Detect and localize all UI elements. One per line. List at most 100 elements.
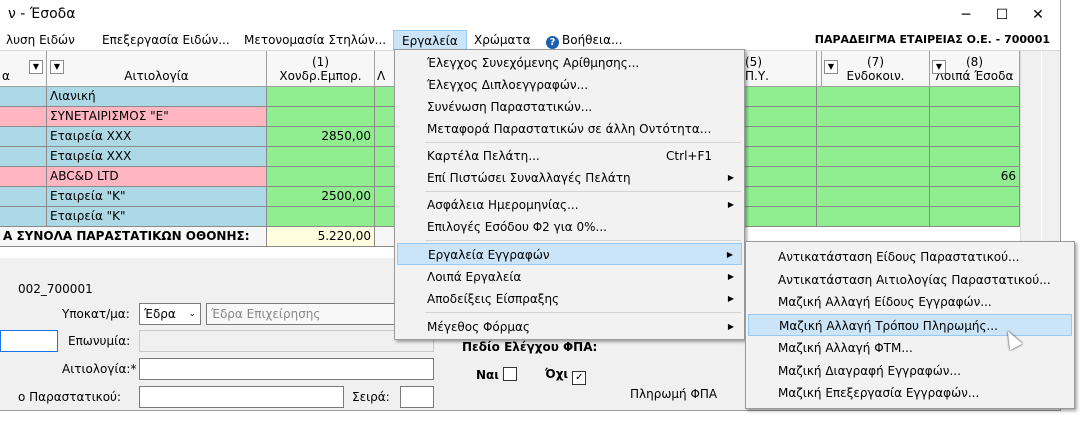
- tools-menu-item[interactable]: Έλεγχος Συνεχόμενης Αρίθμησης...: [397, 52, 742, 74]
- grid-cell[interactable]: [375, 187, 395, 207]
- row-marker-cell[interactable]: [0, 87, 47, 107]
- records-submenu-item[interactable]: Μαζική Αλλαγή Είδους Εγγραφών...: [748, 291, 1072, 313]
- services-cell[interactable]: [745, 127, 817, 147]
- wholesale-cell[interactable]: [267, 207, 375, 227]
- records-submenu-item[interactable]: Αντικατάσταση Είδους Παραστατικού...: [748, 246, 1072, 268]
- close-button[interactable]: ✕: [1020, 4, 1056, 26]
- records-submenu-item[interactable]: Μαζική Διαγραφή Εγγραφών...: [748, 360, 1072, 382]
- tools-menu-item[interactable]: Εργαλεία Εγγραφών ▶: [397, 243, 742, 265]
- wholesale-cell[interactable]: 2850,00: [267, 127, 375, 147]
- menu-item-types[interactable]: λυση Ειδών: [6, 33, 75, 47]
- subunit-select[interactable]: Έδρα ⌄: [139, 303, 201, 325]
- other-income-cell[interactable]: 66: [930, 167, 1020, 187]
- column-header-0[interactable]: α ▼: [0, 51, 47, 87]
- intra-eu-cell[interactable]: [822, 87, 930, 107]
- records-submenu-item[interactable]: Μαζική Αλλαγή Τρόπου Πληρωμής...: [748, 314, 1072, 337]
- services-cell[interactable]: [745, 207, 817, 227]
- tools-menu-item[interactable]: Αποδείξεις Είσπραξης ▶: [397, 288, 742, 310]
- menu-item-edit-types[interactable]: Επεξεργασία Ειδών...: [102, 33, 230, 47]
- tools-menu-item[interactable]: Επί Πιστώσει Συναλλαγές Πελάτη ▶: [397, 167, 742, 189]
- tools-menu-item[interactable]: Ασφάλεια Ημερομηνίας... ▶: [397, 194, 742, 216]
- services-cell[interactable]: [745, 167, 817, 187]
- vat-no-option[interactable]: Όχι ✓: [545, 367, 587, 385]
- menu-item-help[interactable]: ? Βοήθεια...: [546, 33, 622, 49]
- records-submenu-item[interactable]: Αντικατάσταση Αιτιολογίας Παραστατικού..…: [748, 269, 1072, 291]
- minimize-button[interactable]: ─: [948, 4, 984, 26]
- tools-menu-item[interactable]: Έλεγχος Διπλοεγγραφών...: [397, 74, 742, 96]
- reason-cell[interactable]: Εταιρεία "Κ": [47, 187, 267, 207]
- grid-cell[interactable]: [375, 207, 395, 227]
- reason-cell[interactable]: Εταιρεία XXX: [47, 147, 267, 167]
- column-header-services[interactable]: (5) Π.Υ.: [745, 51, 817, 87]
- maximize-button[interactable]: ☐: [984, 4, 1020, 26]
- row-marker-cell[interactable]: [0, 107, 47, 127]
- wholesale-cell[interactable]: 2500,00: [267, 187, 375, 207]
- reason-cell[interactable]: Εταιρεία XXX: [47, 127, 267, 147]
- tools-menu-item[interactable]: Λοιπά Εργαλεία ▶: [397, 266, 742, 288]
- menu-item-rename-columns[interactable]: Μετονομασία Στηλών...: [244, 33, 386, 47]
- menu-item-colors[interactable]: Χρώματα: [474, 33, 531, 47]
- other-income-cell[interactable]: [930, 127, 1020, 147]
- vat-yes-checkbox[interactable]: [503, 367, 518, 381]
- other-income-cell[interactable]: [930, 207, 1020, 227]
- column-header-intra-eu-num: (7): [867, 55, 884, 69]
- services-cell[interactable]: [745, 147, 817, 167]
- filter-dropdown-icon[interactable]: ▼: [50, 60, 64, 74]
- wholesale-cell[interactable]: [267, 147, 375, 167]
- intra-eu-cell[interactable]: [822, 187, 930, 207]
- wholesale-cell[interactable]: [267, 167, 375, 187]
- services-cell[interactable]: [745, 187, 817, 207]
- filter-dropdown-icon[interactable]: ▼: [29, 60, 43, 74]
- vat-no-checkbox[interactable]: ✓: [572, 371, 587, 385]
- tools-menu-item[interactable]: Συνένωση Παραστατικών...: [397, 96, 742, 118]
- column-header-3[interactable]: Λ: [375, 51, 395, 87]
- tools-menu-item[interactable]: Μεταφορά Παραστατικών σε άλλη Οντότητα..…: [397, 118, 742, 140]
- row-marker-cell[interactable]: [0, 187, 47, 207]
- records-submenu-item[interactable]: Μαζική Αλλαγή ΦΤΜ...: [748, 337, 1072, 359]
- grid-cell[interactable]: [375, 87, 395, 107]
- row-marker-cell[interactable]: [0, 127, 47, 147]
- services-cell[interactable]: [745, 107, 817, 127]
- row-marker-cell[interactable]: [0, 167, 47, 187]
- grid-cell[interactable]: [375, 167, 395, 187]
- name-input[interactable]: [139, 330, 434, 352]
- intra-eu-cell[interactable]: [822, 107, 930, 127]
- document-input[interactable]: [139, 386, 344, 408]
- wholesale-cell[interactable]: [267, 107, 375, 127]
- column-header-other-income[interactable]: (8) Λοιπά Έσοδα ▼: [930, 51, 1020, 87]
- records-submenu-item[interactable]: Μαζική Επεξεργασία Εγγραφών...: [748, 382, 1072, 404]
- other-income-cell[interactable]: [930, 187, 1020, 207]
- tools-menu-item[interactable]: Επιλογές Εσόδου Φ2 για 0%...: [397, 216, 742, 238]
- code-input[interactable]: [0, 330, 58, 352]
- services-cell[interactable]: [745, 87, 817, 107]
- intra-eu-cell[interactable]: [822, 147, 930, 167]
- reason-input[interactable]: [139, 358, 434, 380]
- vat-yes-option[interactable]: Ναι: [476, 367, 518, 382]
- grid-cell[interactable]: [375, 107, 395, 127]
- tools-menu-item[interactable]: Καρτέλα Πελάτη... Ctrl+F1: [397, 145, 742, 167]
- other-income-cell[interactable]: [930, 147, 1020, 167]
- row-marker-cell[interactable]: [0, 207, 47, 227]
- tools-menu-item[interactable]: Μέγεθος Φόρμας ▶: [397, 316, 742, 338]
- vertical-scrollbar[interactable]: [1020, 51, 1041, 258]
- filter-dropdown-icon[interactable]: ▼: [824, 60, 838, 74]
- menu-item-tools[interactable]: Εργαλεία: [393, 30, 467, 50]
- intra-eu-cell[interactable]: [822, 207, 930, 227]
- series-input[interactable]: [400, 386, 434, 408]
- other-income-cell[interactable]: [930, 107, 1020, 127]
- other-income-cell[interactable]: [930, 87, 1020, 107]
- intra-eu-cell[interactable]: [822, 167, 930, 187]
- reason-cell[interactable]: ABC&D LTD: [47, 167, 267, 187]
- reason-cell[interactable]: Λιανική: [47, 87, 267, 107]
- grid-cell[interactable]: [375, 147, 395, 167]
- intra-eu-cell[interactable]: [822, 127, 930, 147]
- wholesale-cell[interactable]: [267, 87, 375, 107]
- column-header-wholesale[interactable]: (1) Χονδρ.Εμπορ.: [267, 51, 375, 87]
- reason-cell[interactable]: ΣΥΝΕΤΑΙΡΙΣΜΟΣ "Ε": [47, 107, 267, 127]
- column-header-intra-eu[interactable]: (7) Ενδοκοιν. ▼: [822, 51, 930, 87]
- row-marker-cell[interactable]: [0, 147, 47, 167]
- column-header-reason[interactable]: Αιτιολογία ▼: [47, 51, 267, 87]
- filter-dropdown-icon[interactable]: ▼: [932, 60, 946, 74]
- reason-cell[interactable]: Εταιρεία "Κ": [47, 207, 267, 227]
- grid-cell[interactable]: [375, 127, 395, 147]
